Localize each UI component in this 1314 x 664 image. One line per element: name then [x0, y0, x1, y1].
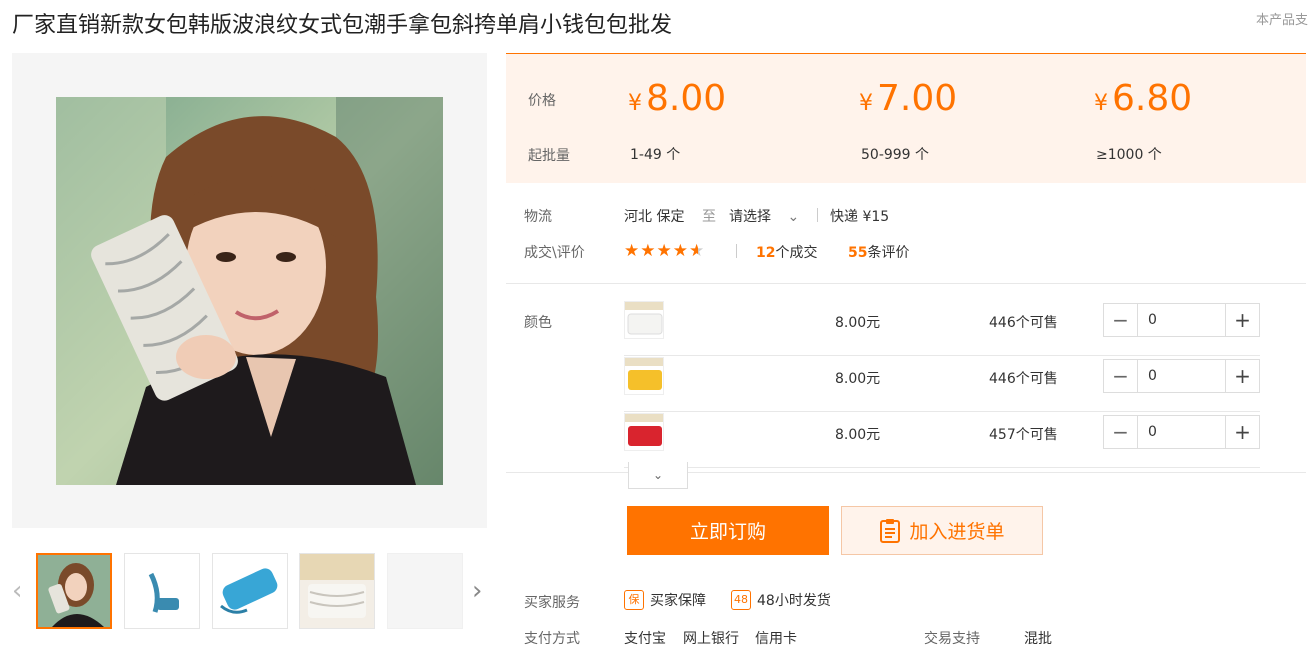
price-label: 价格	[528, 93, 556, 109]
corner-note: 本产品支	[1256, 13, 1309, 28]
reviews-number: 55	[848, 245, 868, 261]
plus-icon[interactable]: +	[1225, 304, 1259, 336]
logistics-label: 物流	[524, 209, 552, 225]
payment-method: 支付宝	[624, 631, 666, 647]
add-to-cart-label: 加入进货单	[909, 521, 1005, 543]
to-word: 至	[702, 209, 716, 225]
chevron-down-icon: ⌄	[787, 209, 800, 225]
service-48h-shipping[interactable]: 48 48小时发货	[731, 590, 831, 610]
currency-symbol: ¥	[859, 91, 873, 116]
payment-method: 网上银行	[683, 631, 739, 647]
thumbnail-3[interactable]	[212, 553, 288, 629]
tier-range-3: ≥1000 个	[1096, 147, 1162, 163]
main-product-image[interactable]	[12, 53, 487, 528]
minus-icon[interactable]: −	[1104, 416, 1138, 448]
section-divider	[506, 283, 1306, 284]
trade-support-value: 混批	[1024, 631, 1052, 647]
price-tier-2: ¥7.00	[859, 78, 957, 119]
price-table: 价格 起批量 ¥8.00 ¥7.00 ¥6.80 1-49 个 50-999 个…	[506, 53, 1306, 183]
services-label: 买家服务	[524, 595, 580, 611]
quantity-input[interactable]	[1138, 304, 1225, 336]
chevron-right-icon[interactable]: ›	[472, 576, 482, 606]
payment-method: 信用卡	[755, 631, 797, 647]
deals-suffix: 个成交	[775, 245, 818, 261]
add-to-cart-button[interactable]: 加入进货单	[841, 506, 1043, 555]
plus-icon[interactable]: +	[1225, 416, 1259, 448]
price-tier-3: ¥6.80	[1094, 78, 1192, 119]
star-icon: ★	[672, 241, 689, 261]
shipping-fee: 快递 ¥15	[830, 209, 890, 225]
star-icon: ★	[656, 241, 673, 261]
quantity-input[interactable]	[1138, 360, 1225, 392]
thumbnail-4[interactable]	[299, 553, 375, 629]
clipboard-icon	[880, 518, 901, 543]
thumbnail-5[interactable]	[387, 553, 463, 629]
service-label: 48小时发货	[757, 593, 831, 609]
deals-count[interactable]: 12个成交	[756, 242, 817, 262]
shield-icon: 保	[624, 590, 644, 610]
quantity-stepper: − +	[1103, 359, 1260, 393]
thumbnail-strip: ‹ ›	[12, 552, 487, 630]
chevron-down-icon: ⌄	[652, 468, 664, 482]
sku-price: 8.00元	[835, 427, 881, 443]
service-label: 买家保障	[650, 593, 706, 609]
tier-price: 8.00	[646, 78, 727, 119]
divider	[736, 244, 737, 258]
tier-range-2: 50-999 个	[861, 147, 930, 163]
chevron-left-icon[interactable]: ‹	[12, 576, 22, 606]
quantity-stepper: − +	[1103, 415, 1260, 449]
half-star-icon: ★	[689, 241, 706, 261]
clock-icon: 48	[731, 590, 751, 610]
trade-label: 成交\评价	[524, 245, 585, 261]
sku-thumbnail-white[interactable]	[624, 301, 664, 339]
section-divider	[506, 472, 1306, 473]
model-photo	[56, 97, 443, 485]
buy-now-button[interactable]: 立即订购	[627, 506, 829, 555]
minus-icon[interactable]: −	[1104, 304, 1138, 336]
plus-icon[interactable]: +	[1225, 360, 1259, 392]
sku-stock: 457个可售	[989, 427, 1058, 443]
sku-row: 8.00元 457个可售 − +	[624, 412, 1260, 468]
quantity-input[interactable]	[1138, 416, 1225, 448]
sku-stock: 446个可售	[989, 315, 1058, 331]
tier-price: 6.80	[1112, 78, 1193, 119]
sku-stock: 446个可售	[989, 371, 1058, 387]
ship-from: 河北 保定	[624, 209, 685, 225]
currency-symbol: ¥	[628, 91, 642, 116]
rating-stars: ★★★★★	[624, 241, 705, 261]
destination-select[interactable]: 请选择 ⌄	[729, 206, 799, 226]
quantity-stepper: − +	[1103, 303, 1260, 337]
sku-row: 8.00元 446个可售 − +	[624, 356, 1260, 412]
sku-price: 8.00元	[835, 315, 881, 331]
thumbnail-2[interactable]	[124, 553, 200, 629]
destination-select-text: 请选择	[729, 209, 771, 225]
star-icon: ★	[624, 241, 641, 261]
sku-row: 8.00元 446个可售 − +	[624, 300, 1260, 356]
thumbnail-1[interactable]	[36, 553, 112, 629]
trade-support-label: 交易支持	[924, 631, 980, 647]
tier-price: 7.00	[877, 78, 958, 119]
price-tier-1: ¥8.00	[628, 78, 726, 119]
deals-number: 12	[756, 245, 776, 261]
payment-label: 支付方式	[524, 631, 580, 647]
currency-symbol: ¥	[1094, 91, 1108, 116]
sku-thumbnail-yellow[interactable]	[624, 357, 664, 395]
product-title: 厂家直销新款女包韩版波浪纹女式包潮手拿包斜挎单肩小钱包包批发	[12, 13, 673, 38]
minus-icon[interactable]: −	[1104, 360, 1138, 392]
sku-thumbnail-red[interactable]	[624, 413, 664, 451]
service-buyer-protection[interactable]: 保 买家保障	[624, 590, 706, 610]
expand-sku-button[interactable]: ⌄	[628, 462, 688, 489]
divider	[817, 208, 818, 222]
sku-price: 8.00元	[835, 371, 881, 387]
color-label: 颜色	[524, 315, 552, 331]
reviews-count[interactable]: 55条评价	[848, 242, 909, 262]
tier-range-1: 1-49 个	[630, 147, 681, 163]
reviews-suffix: 条评价	[867, 245, 910, 261]
star-icon: ★	[640, 241, 657, 261]
moq-label: 起批量	[528, 148, 570, 164]
